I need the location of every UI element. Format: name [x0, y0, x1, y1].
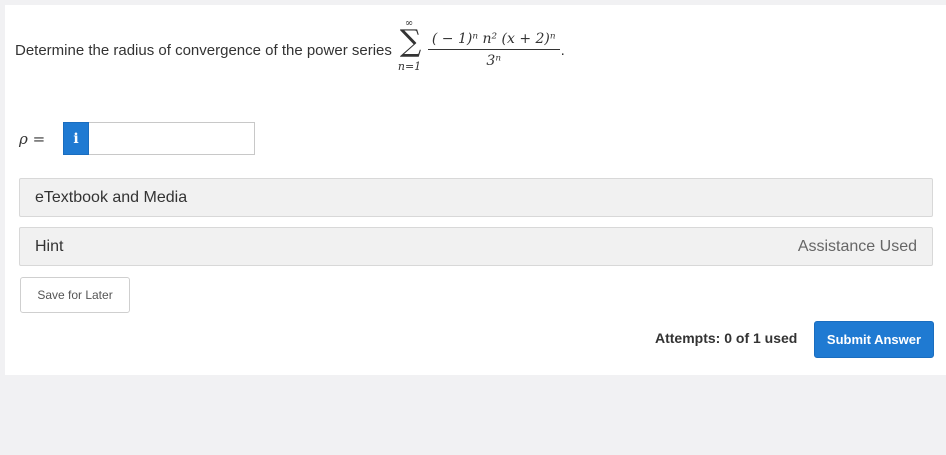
question-text: Determine the radius of convergence of t…	[15, 41, 392, 59]
series-term-fraction: ( − 1)ⁿ n² (x + 2)ⁿ 3ⁿ	[427, 29, 560, 72]
assistance-used-label: Assistance Used	[797, 237, 917, 255]
info-icon[interactable]: i	[63, 122, 89, 155]
submit-answer-button[interactable]: Submit Answer	[814, 321, 934, 358]
etextbook-panel[interactable]: eTextbook and Media	[19, 178, 933, 217]
question-prompt: Determine the radius of convergence of t…	[15, 18, 565, 82]
answer-input[interactable]	[89, 122, 255, 155]
hint-label: Hint	[35, 237, 64, 255]
hint-panel[interactable]: Hint Assistance Used	[19, 227, 933, 266]
sigma-glyph: ∑	[399, 24, 422, 59]
etextbook-label: eTextbook and Media	[35, 188, 188, 206]
attempts-counter: Attempts: 0 of 1 used	[655, 330, 798, 346]
sentence-period: .	[560, 41, 565, 59]
answer-variable-label: ρ =	[19, 129, 46, 148]
summation-symbol: ∞ ∑ n=1	[398, 18, 424, 82]
save-for-later-button[interactable]: Save for Later	[20, 277, 130, 313]
fraction-numerator: ( − 1)ⁿ n² (x + 2)ⁿ	[427, 29, 560, 50]
sum-lower-limit: n=1	[397, 60, 422, 73]
fraction-denominator: 3ⁿ	[486, 52, 502, 69]
answer-row: ρ = i	[19, 122, 255, 155]
